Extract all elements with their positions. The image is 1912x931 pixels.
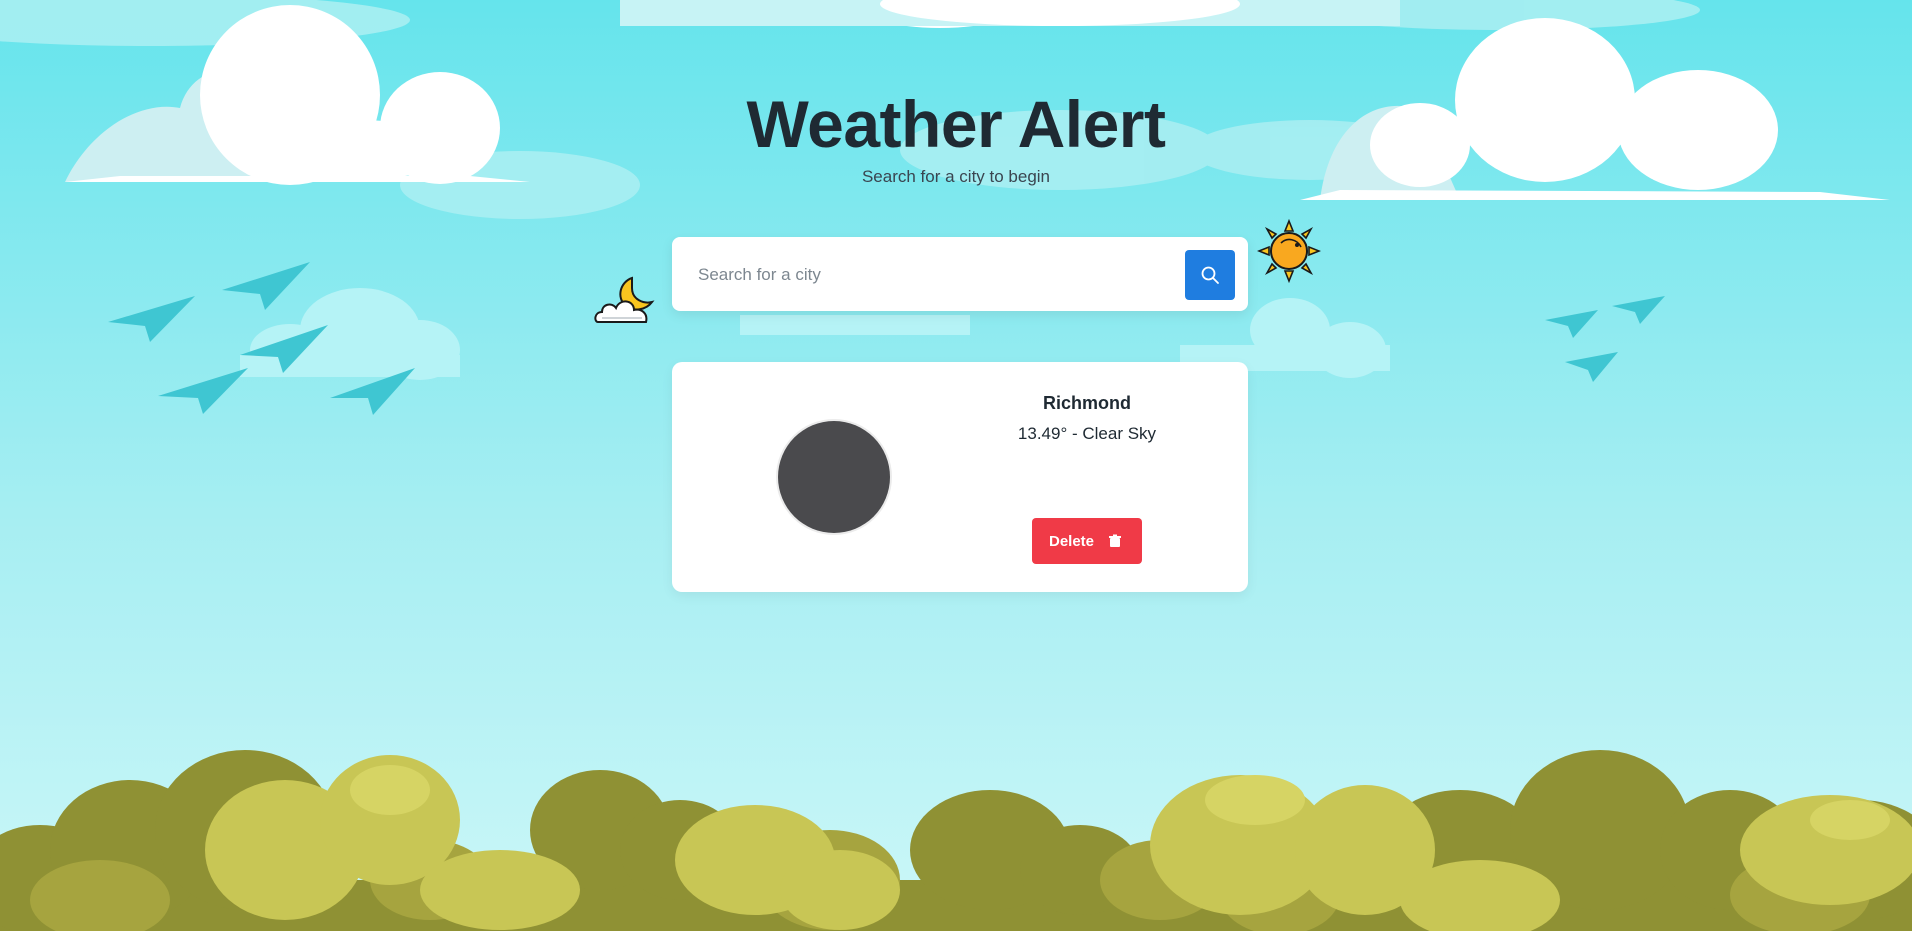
page-title: Weather Alert: [746, 87, 1166, 161]
city-name: Richmond: [1043, 393, 1131, 413]
search-input[interactable]: [696, 257, 1140, 293]
weather-card: Richmond 13.49° - Clear Sky Delete: [672, 362, 1248, 592]
delete-button-label: Delete: [1049, 533, 1095, 550]
weather-image: [778, 421, 890, 533]
moon-cloud-icon: [594, 276, 655, 323]
search-icon: [1201, 266, 1219, 284]
search-button[interactable]: [1185, 250, 1235, 300]
trash-icon: [1109, 534, 1121, 547]
top-clouds: [620, 0, 1400, 28]
sun-icon: [1257, 219, 1321, 283]
delete-button[interactable]: Delete: [1032, 518, 1142, 564]
weather-summary: 13.49° - Clear Sky: [1017, 424, 1157, 443]
page-subtitle: Search for a city to begin: [861, 167, 1051, 186]
search-bar: [672, 237, 1248, 311]
